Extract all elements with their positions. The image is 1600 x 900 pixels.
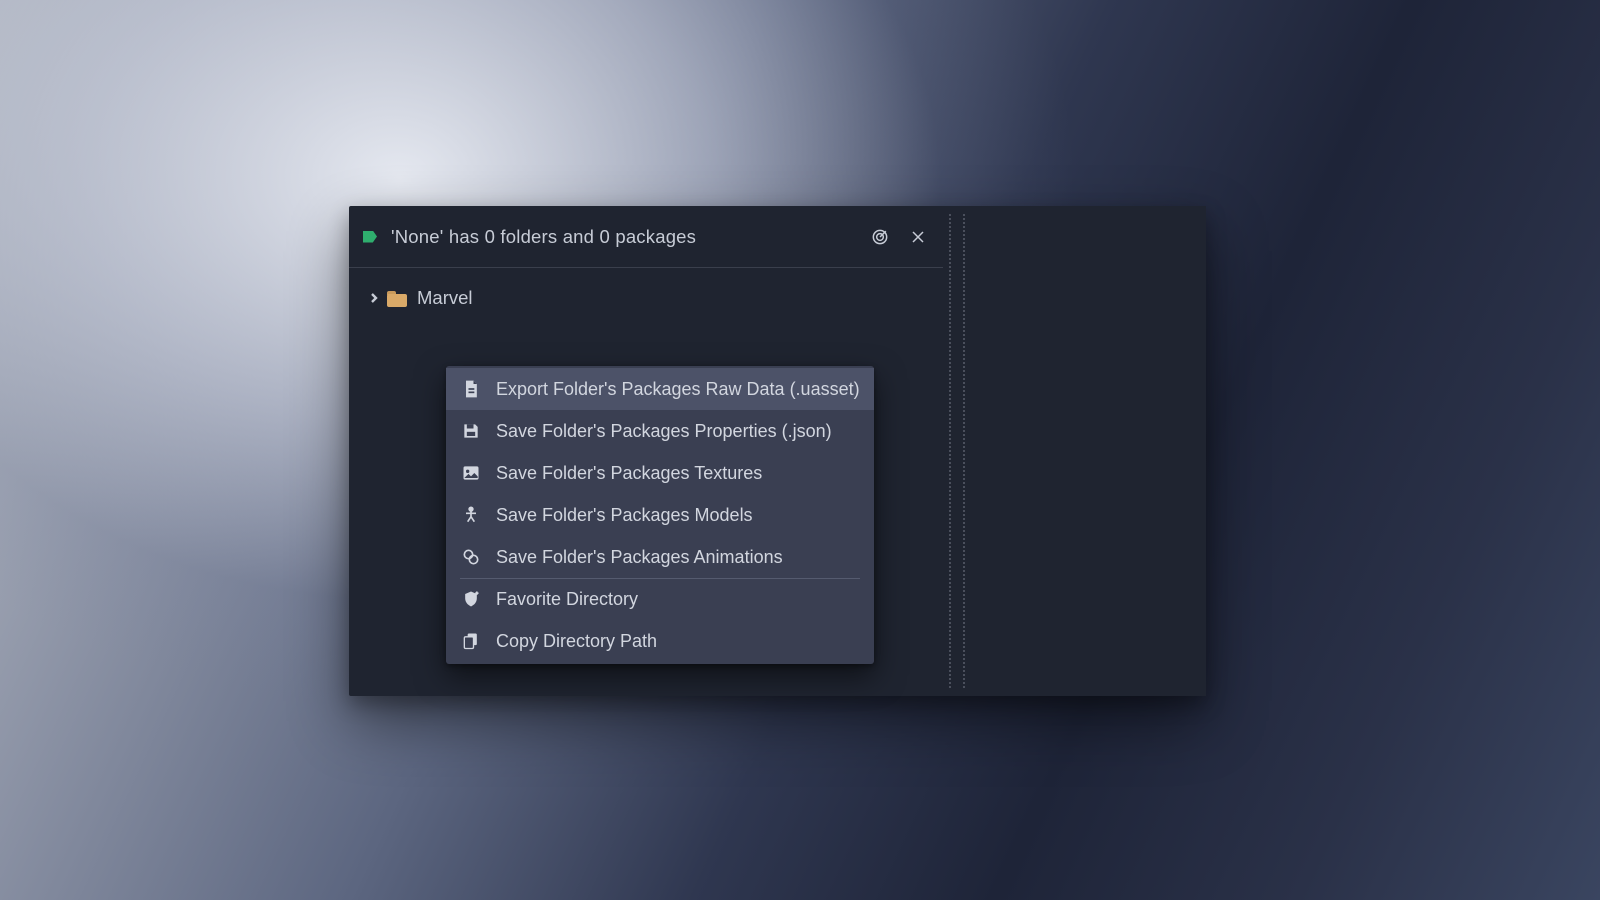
menu-item-label: Save Folder's Packages Animations <box>496 547 783 568</box>
context-menu: Export Folder's Packages Raw Data (.uass… <box>446 366 874 664</box>
status-text: 'None' has 0 folders and 0 packages <box>391 226 696 248</box>
close-button[interactable] <box>907 226 929 248</box>
tag-icon <box>363 230 383 244</box>
menu-save-textures[interactable]: Save Folder's Packages Textures <box>446 452 874 494</box>
tree-item-marvel[interactable]: Marvel <box>349 280 943 316</box>
menu-copy-path[interactable]: Copy Directory Path <box>446 620 874 662</box>
menu-item-label: Copy Directory Path <box>496 631 657 652</box>
file-export-icon <box>460 378 482 400</box>
right-pane <box>971 206 1206 696</box>
menu-item-label: Export Folder's Packages Raw Data (.uass… <box>496 379 860 400</box>
header-actions <box>869 226 929 248</box>
app-panel: 'None' has 0 folders and 0 packages <box>349 206 1206 696</box>
menu-item-label: Save Folder's Packages Models <box>496 505 753 526</box>
menu-export-raw[interactable]: Export Folder's Packages Raw Data (.uass… <box>446 368 874 410</box>
left-pane: 'None' has 0 folders and 0 packages <box>349 206 943 696</box>
animation-icon <box>460 546 482 568</box>
panel-header: 'None' has 0 folders and 0 packages <box>349 206 943 268</box>
desktop-background: 'None' has 0 folders and 0 packages <box>0 0 1600 900</box>
splitter-handle[interactable] <box>943 206 971 696</box>
folder-tree: Marvel Export Folder's Packages Raw Data… <box>349 268 943 328</box>
menu-save-models[interactable]: Save Folder's Packages Models <box>446 494 874 536</box>
shield-plus-icon <box>460 588 482 610</box>
menu-item-label: Save Folder's Packages Properties (.json… <box>496 421 832 442</box>
menu-save-animations[interactable]: Save Folder's Packages Animations <box>446 536 874 578</box>
copy-icon <box>460 630 482 652</box>
radar-button[interactable] <box>869 226 891 248</box>
menu-item-label: Save Folder's Packages Textures <box>496 463 762 484</box>
save-icon <box>460 420 482 442</box>
folder-icon <box>387 289 409 307</box>
tree-item-label: Marvel <box>417 287 473 309</box>
menu-item-label: Favorite Directory <box>496 589 638 610</box>
person-icon <box>460 504 482 526</box>
menu-favorite[interactable]: Favorite Directory <box>446 578 874 620</box>
image-icon <box>460 462 482 484</box>
chevron-right-icon <box>367 293 381 303</box>
menu-save-json[interactable]: Save Folder's Packages Properties (.json… <box>446 410 874 452</box>
